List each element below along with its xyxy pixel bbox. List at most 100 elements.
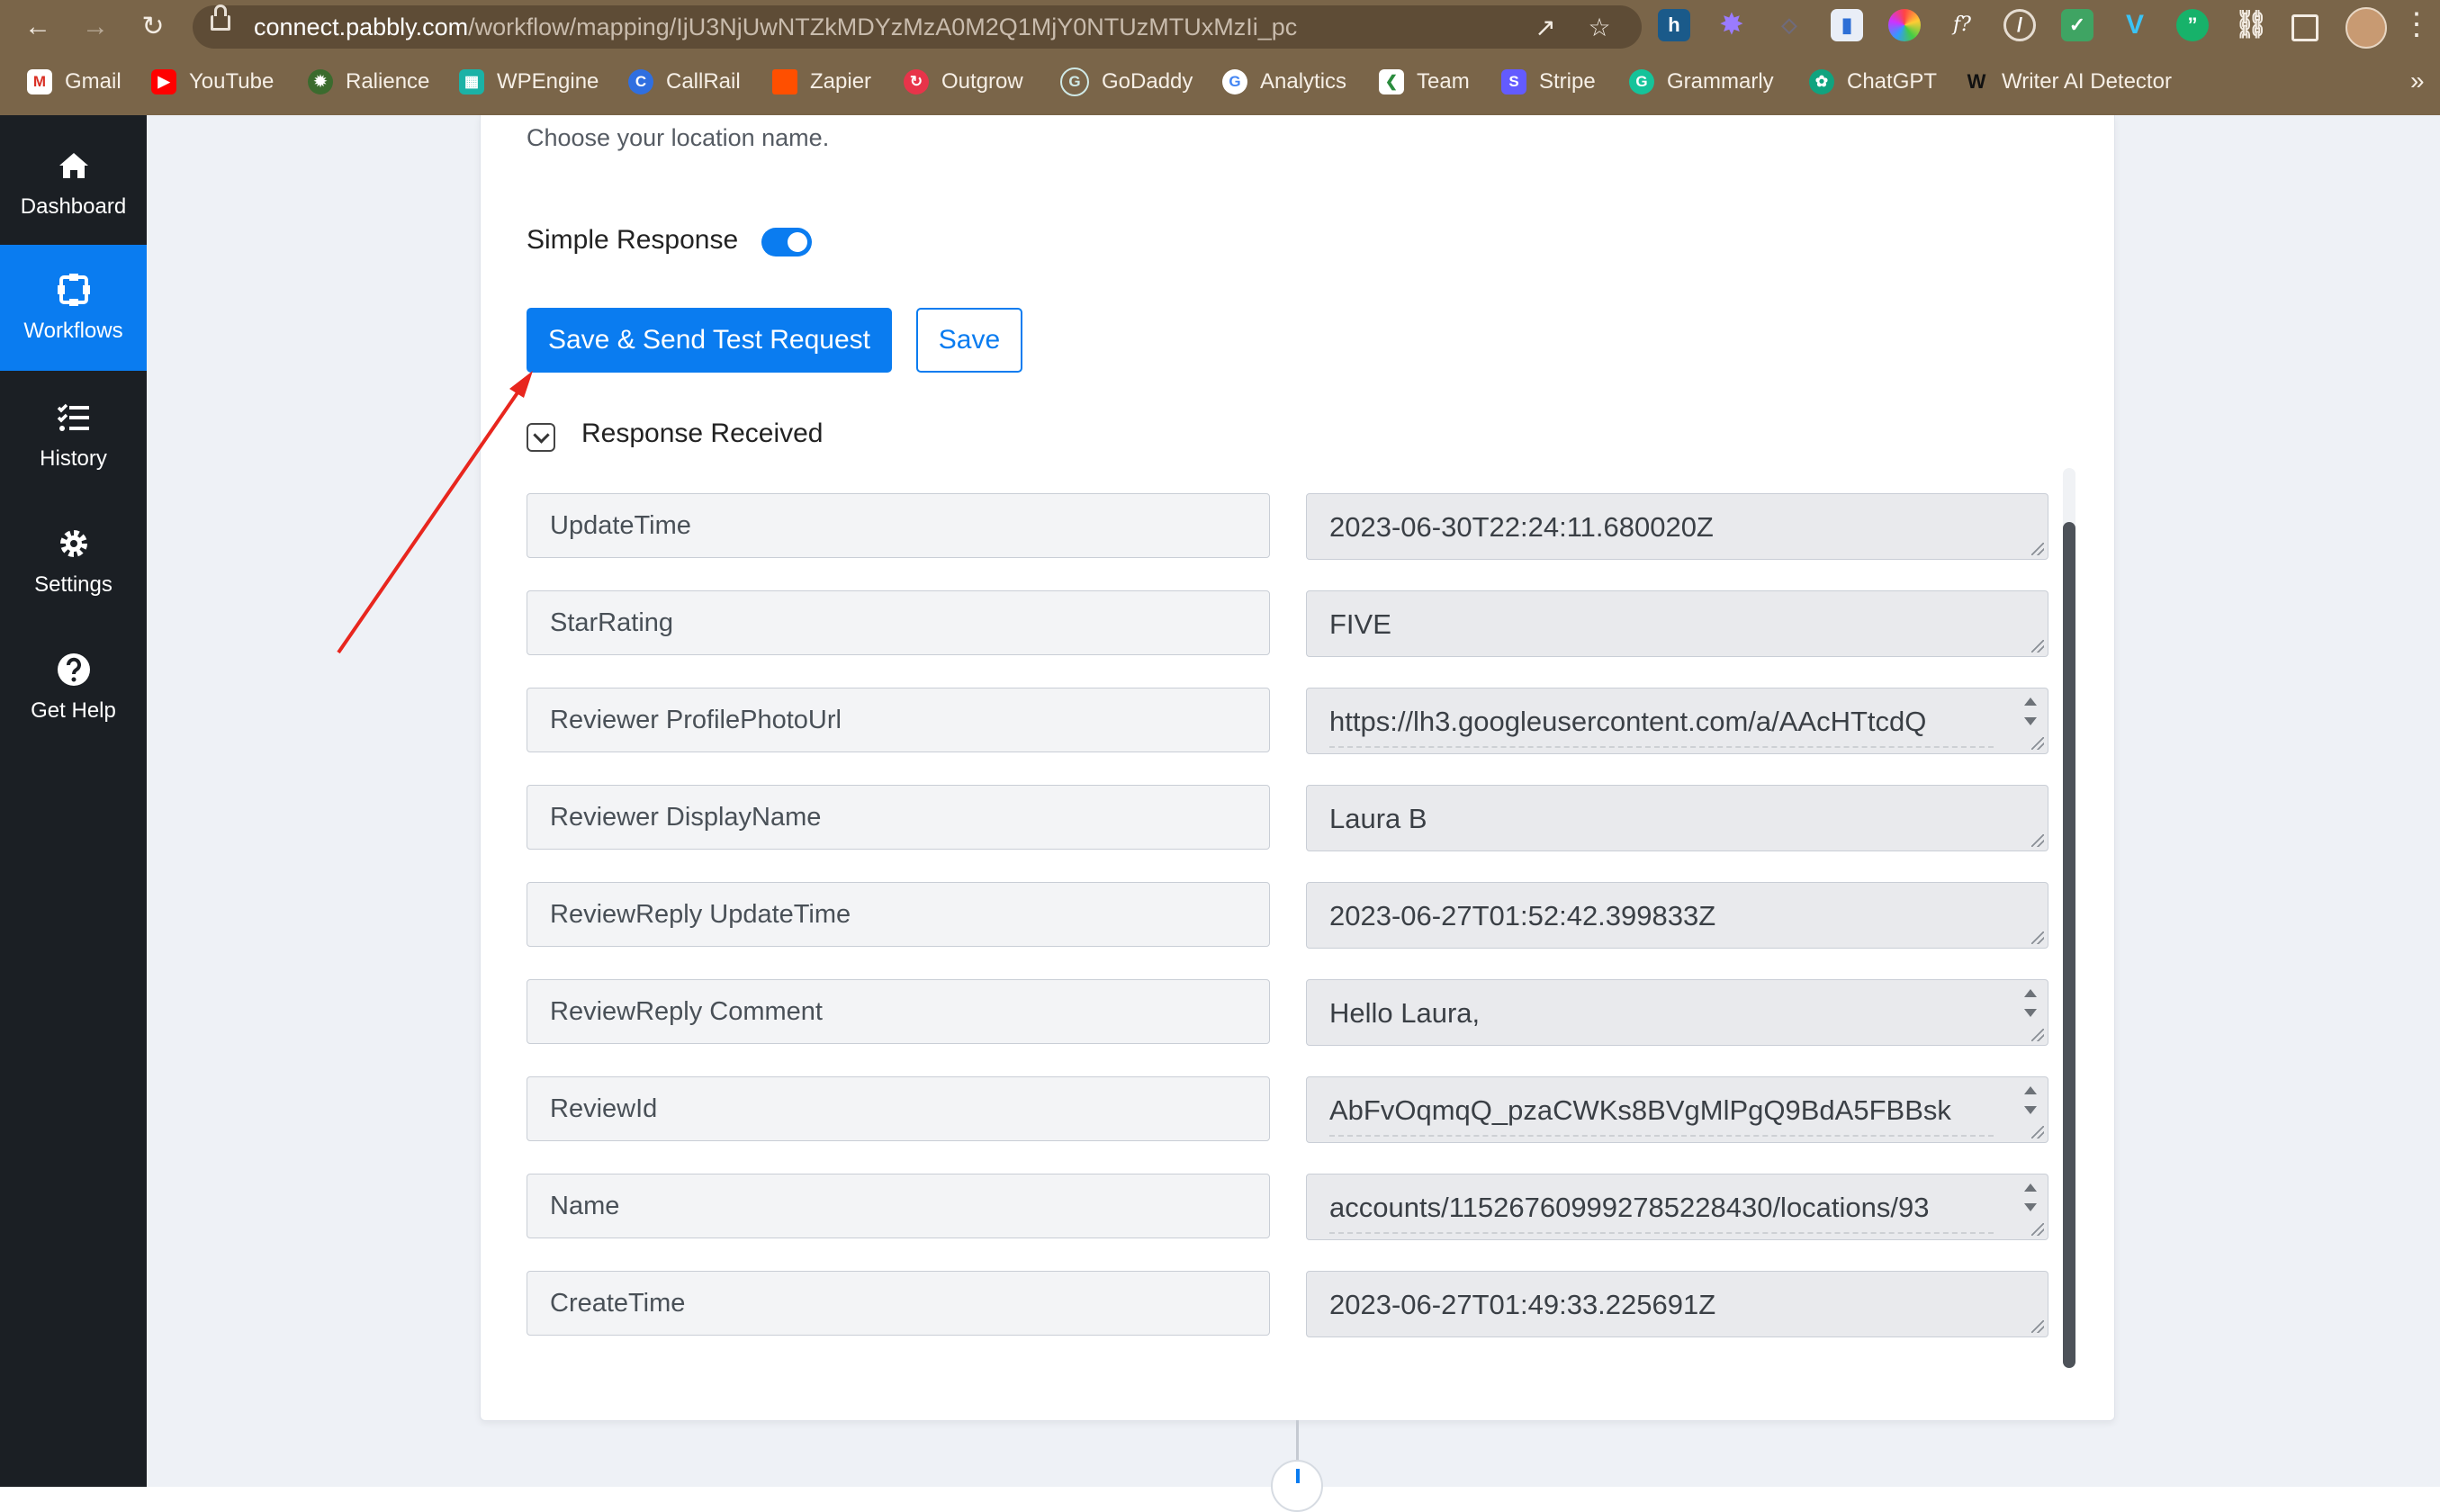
response-key-field[interactable]: StarRating [527,590,1270,655]
resize-grip-icon[interactable] [2031,543,2044,555]
response-value-field[interactable]: FIVE [1306,590,2048,657]
bookmarks-overflow[interactable]: » [2410,67,2425,95]
bookmarks-bar: M Gmail ▶ YouTube ✹ Ralience ▦ WPEngine C Cal… [0,61,2440,103]
godaddy-icon: G [1060,68,1089,96]
response-key-field[interactable]: Name [527,1174,1270,1238]
response-key-field[interactable]: ReviewReply Comment [527,979,1270,1044]
sidebar-item-history[interactable]: History [0,373,147,499]
resize-grip-icon[interactable] [2031,1029,2044,1041]
sidebar-item-label: Get Help [31,698,116,723]
extension-icon-4[interactable]: ▮ [1831,9,1863,41]
profile-avatar[interactable] [2345,7,2387,49]
response-value-field[interactable]: https://lh3.googleusercontent.com/a/AAcH… [1306,688,2048,754]
bookmark-ralience[interactable]: ✹ Ralience [308,61,429,103]
side-panel-icon[interactable] [2291,14,2318,41]
response-value-field[interactable]: Hello Laura, [1306,979,2048,1046]
bookmark-zapier[interactable]: Zapier [772,61,871,103]
response-value-field[interactable]: AbFvOqmqQ_pzaCWKs8BVgMlPgQ9BdA5FBBsk [1306,1076,2048,1143]
bookmark-youtube[interactable]: ▶ YouTube [151,61,274,103]
bookmark-gmail[interactable]: M Gmail [27,61,122,103]
bookmark-grammarly[interactable]: G Grammarly [1629,61,1774,103]
text-overflow-line [1329,1135,1994,1142]
response-key-field[interactable]: CreateTime [527,1271,1270,1336]
save-button[interactable]: Save [916,308,1022,373]
response-key-field[interactable]: ReviewReply UpdateTime [527,882,1270,947]
bookmark-label: CallRail [666,69,741,94]
resize-grip-icon[interactable] [2031,834,2044,847]
resize-grip-icon[interactable] [2031,1320,2044,1333]
puzzle-icon[interactable]: ⛓ [2234,9,2268,41]
star-bookmark-icon[interactable]: ☆ [1584,13,1615,43]
response-value-text: 2023-06-27T01:49:33.225691Z [1329,1289,1716,1320]
sidebar-item-get-help[interactable]: Get Help [0,625,147,751]
resize-grip-icon[interactable] [2031,1223,2044,1236]
resize-grip-icon[interactable] [2031,1126,2044,1138]
sidebar-item-dashboard[interactable]: Dashboard [0,121,147,247]
bookmark-wpengine[interactable]: ▦ WPEngine [459,61,599,103]
scroll-arrows-icon[interactable] [2024,696,2037,735]
chevron-down-icon[interactable] [527,423,555,452]
bookmark-analytics[interactable]: G Analytics [1222,61,1346,103]
bookmark-team[interactable]: ❮ Team [1379,61,1470,103]
address-bar[interactable]: connect.pabbly.com/workflow/mapping/IjU3… [193,4,1642,49]
bookmark-label: Analytics [1260,69,1347,94]
resize-grip-icon[interactable] [2031,640,2044,652]
response-key-field[interactable]: ReviewId [527,1076,1270,1141]
extension-icon-8[interactable]: ✓ [2061,9,2093,41]
simple-response-toggle[interactable] [761,228,812,256]
response-value-field[interactable]: 2023-06-30T22:24:11.680020Z [1306,493,2048,560]
ralience-icon: ✹ [308,69,333,94]
bookmark-godaddy[interactable]: G GoDaddy [1060,61,1193,103]
resize-grip-icon[interactable] [2031,932,2044,944]
response-value-field[interactable]: 2023-06-27T01:49:33.225691Z [1306,1271,2048,1337]
grammarly-icon: G [1629,69,1654,94]
extension-icon-9[interactable]: V [2119,9,2151,41]
sidebar-item-workflows[interactable]: Workflows [0,245,147,371]
browser-toolbar: ← → ↻ connect.pabbly.com/workflow/mappin… [0,0,2440,54]
home-icon [59,153,88,178]
back-arrow-icon[interactable]: ← [20,11,56,43]
response-value-field[interactable]: 2023-06-27T01:52:42.399833Z [1306,882,2048,949]
scroll-arrows-icon[interactable] [2024,1084,2037,1124]
share-icon[interactable]: ↗ [1530,13,1561,43]
lock-icon [211,4,230,31]
wpengine-icon: ▦ [459,69,484,94]
google-icon: G [1222,69,1247,94]
bookmark-label: Team [1417,69,1470,94]
bookmark-callrail[interactable]: C CallRail [628,61,741,103]
sidebar-item-settings[interactable]: Settings [0,499,147,625]
bookmark-writer-ai-detector[interactable]: W Writer AI Detector [1964,61,2172,103]
address-url: connect.pabbly.com/workflow/mapping/IjU3… [254,14,1298,40]
gear-icon [60,530,87,557]
resize-grip-icon[interactable] [2031,737,2044,750]
sidebar-item-label: Settings [34,572,113,597]
bookmark-label: Outgrow [941,69,1023,94]
response-value-text: Laura B [1329,803,1427,834]
reload-icon[interactable]: ↻ [135,11,171,43]
bookmark-outgrow[interactable]: ↻ Outgrow [904,61,1023,103]
forward-arrow-icon[interactable]: → [77,11,113,43]
response-scrollbar-thumb[interactable] [2063,522,2075,1368]
kebab-menu-icon[interactable]: ⋮ [2401,9,2432,45]
extension-icon-7[interactable]: / [2003,9,2036,41]
scroll-arrows-icon[interactable] [2024,1182,2037,1221]
response-key-field[interactable]: Reviewer DisplayName [527,785,1270,850]
response-key-field[interactable]: Reviewer ProfilePhotoUrl [527,688,1270,752]
response-key-field[interactable]: UpdateTime [527,493,1270,558]
extension-icon-5[interactable] [1888,9,1921,41]
extension-icon-1[interactable]: h [1658,9,1690,41]
bookmark-label: Stripe [1539,69,1596,94]
toggle-knob [788,232,807,252]
extension-icon-10[interactable]: ” [2176,9,2209,41]
response-value-field[interactable]: Laura B [1306,785,2048,851]
bookmark-chatgpt[interactable]: ✿ ChatGPT [1809,61,1937,103]
bookmark-stripe[interactable]: S Stripe [1501,61,1596,103]
bookmark-label: ChatGPT [1847,69,1938,94]
scroll-arrows-icon[interactable] [2024,987,2037,1027]
extension-icon-3[interactable]: ◇ [1773,9,1805,41]
response-value-field[interactable]: accounts/115267609992785228430/locations… [1306,1174,2048,1240]
add-step-button[interactable] [1271,1460,1323,1512]
extension-icon-6[interactable]: f? [1946,9,1978,41]
save-send-test-request-button[interactable]: Save & Send Test Request [527,308,892,373]
extension-icon-2[interactable]: ✸ [1715,9,1748,41]
